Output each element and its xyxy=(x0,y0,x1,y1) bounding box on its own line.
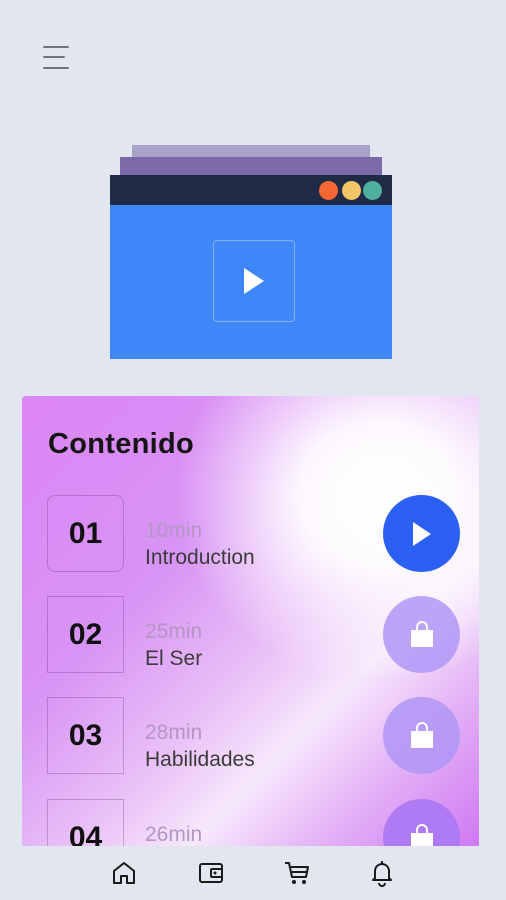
lesson-number: 03 xyxy=(47,697,124,774)
lesson-item[interactable]: 03 28min Habilidades xyxy=(22,697,479,775)
wallet-icon xyxy=(199,863,223,883)
nav-wallet[interactable] xyxy=(194,856,228,890)
video-illustration xyxy=(110,145,392,359)
shopping-bag-icon xyxy=(410,620,433,647)
video-play-button[interactable] xyxy=(213,240,295,322)
hamburger-menu-icon[interactable] xyxy=(40,42,72,74)
lesson-number: 04 xyxy=(47,799,124,846)
lesson-item[interactable]: 02 25min El Ser xyxy=(22,596,479,674)
bottom-navigation xyxy=(0,846,506,900)
shopping-bag-icon xyxy=(410,721,433,748)
lesson-duration: 10min xyxy=(145,519,203,542)
lesson-buy-button[interactable] xyxy=(383,799,460,846)
window-dot-teal xyxy=(363,181,382,200)
lesson-item[interactable]: 04 26min xyxy=(22,799,479,846)
lesson-item[interactable]: 01 10min Introduction xyxy=(22,495,479,573)
play-icon xyxy=(244,268,264,294)
lesson-buy-button[interactable] xyxy=(383,697,460,774)
lesson-number: 01 xyxy=(47,495,124,572)
nav-home[interactable] xyxy=(107,856,141,890)
lesson-duration: 28min xyxy=(145,721,203,744)
cart-icon xyxy=(285,862,309,884)
content-card: Contenido 01 10min Introduction 02 25min… xyxy=(22,396,479,846)
window-dot-orange xyxy=(319,181,338,200)
nav-notifications[interactable] xyxy=(365,856,399,890)
video-window xyxy=(110,175,392,359)
lesson-name: Introduction xyxy=(145,546,255,569)
lesson-duration: 25min xyxy=(145,620,203,643)
window-dot-yellow xyxy=(342,181,361,200)
home-icon xyxy=(113,862,135,884)
lesson-duration: 26min xyxy=(145,823,203,846)
lesson-number: 02 xyxy=(47,596,124,673)
lesson-name: El Ser xyxy=(145,647,203,670)
play-icon xyxy=(412,521,431,546)
shopping-bag-icon xyxy=(410,823,433,846)
content-title: Contenido xyxy=(48,428,195,460)
lesson-buy-button[interactable] xyxy=(383,596,460,673)
bell-icon xyxy=(372,861,392,887)
lesson-name: Habilidades xyxy=(145,748,255,771)
lesson-play-button[interactable] xyxy=(383,495,460,572)
window-title-bar xyxy=(110,175,392,205)
nav-cart[interactable] xyxy=(280,856,314,890)
